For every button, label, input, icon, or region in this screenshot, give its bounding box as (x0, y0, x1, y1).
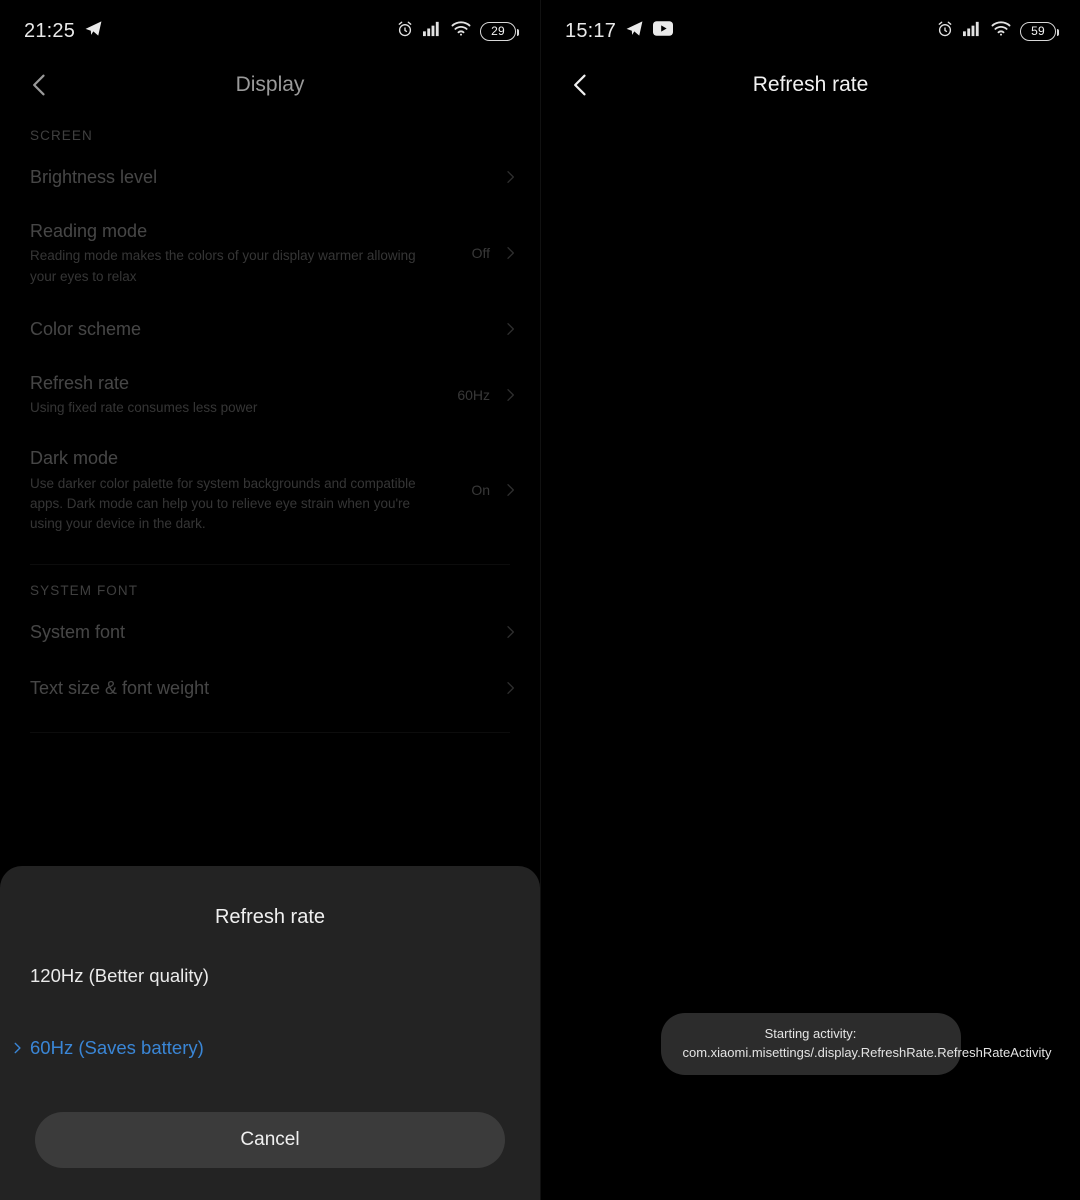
row-subtitle: Use darker color palette for system back… (30, 475, 416, 532)
row-text-size-font-weight[interactable]: Text size & font weight (0, 660, 540, 716)
status-bar: 15:17 59 (541, 0, 1080, 62)
battery-icon: 29 (480, 21, 519, 41)
battery-icon: 59 (1020, 21, 1059, 41)
dual-screenshot: 21:25 29 Display SCREEN Brightness level… (0, 0, 1080, 1200)
sheet-option-label: 120Hz (Better quality) (30, 965, 209, 986)
row-dark-mode[interactable]: Dark mode Use darker color palette for s… (0, 432, 540, 548)
chevron-right-icon (502, 680, 518, 696)
status-time: 15:17 (565, 19, 617, 42)
chevron-right-icon (502, 624, 518, 640)
back-button[interactable] (26, 71, 54, 99)
telegram-icon (84, 19, 103, 43)
toast-message: Starting activity: com.xiaomi.misettings… (660, 1013, 1051, 1075)
status-bar-left: 15:17 (565, 19, 674, 43)
signal-icon (423, 20, 442, 42)
left-panel-display-settings: 21:25 29 Display SCREEN Brightness level… (0, 0, 540, 1200)
wifi-icon (991, 20, 1011, 42)
row-reading-mode[interactable]: Reading mode Reading mode makes the colo… (0, 205, 540, 301)
chevron-right-icon (502, 245, 518, 261)
sheet-option-60hz[interactable]: 60Hz (Saves battery) (0, 1023, 540, 1073)
alarm-icon (396, 20, 414, 43)
row-title: Brightness level (30, 166, 158, 187)
row-subtitle: Reading mode makes the colors of your di… (30, 248, 416, 284)
row-system-font[interactable]: System font (0, 604, 540, 660)
telegram-icon (625, 19, 644, 43)
row-title: Color scheme (30, 318, 142, 339)
youtube-icon (653, 21, 674, 41)
row-color-scheme[interactable]: Color scheme (0, 301, 540, 357)
row-subtitle: Using fixed rate consumes less power (30, 400, 258, 416)
right-panel-refresh-rate: 15:17 59 Refresh rate Starting activity:… (540, 0, 1080, 1200)
row-title: System font (30, 622, 126, 643)
row-value: 60Hz (457, 386, 490, 403)
battery-level: 29 (491, 24, 505, 38)
status-time: 21:25 (24, 19, 76, 42)
row-title: Text size & font weight (30, 678, 210, 699)
page-title: Display (235, 73, 305, 96)
battery-level: 59 (1031, 24, 1045, 38)
alarm-icon (936, 20, 954, 43)
title-bar: Refresh rate (541, 60, 1080, 110)
refresh-rate-bottom-sheet: Refresh rate 120Hz (Better quality) 60Hz… (0, 866, 540, 1200)
chevron-right-icon (502, 169, 518, 185)
row-refresh-rate[interactable]: Refresh rate Using fixed rate consumes l… (0, 357, 540, 433)
sheet-option-label: 60Hz (Saves battery) (30, 1037, 204, 1058)
back-button[interactable] (567, 71, 595, 99)
row-value: On (471, 482, 490, 499)
row-title: Refresh rate (30, 372, 130, 393)
section-label-screen: SCREEN (30, 128, 93, 143)
title-bar: Display (0, 60, 540, 110)
chevron-right-icon (502, 482, 518, 498)
row-title: Dark mode (30, 448, 119, 469)
row-brightness-level[interactable]: Brightness level (0, 149, 540, 205)
sheet-option-120hz[interactable]: 120Hz (Better quality) (0, 951, 540, 1001)
status-bar-left: 21:25 (24, 19, 103, 43)
wifi-icon (451, 20, 471, 42)
row-value: Off (471, 244, 490, 261)
chevron-right-icon (502, 321, 518, 337)
settings-list: SCREEN Brightness level Reading mode Rea… (0, 110, 540, 734)
chevron-right-icon (10, 1041, 24, 1055)
signal-icon (963, 20, 982, 42)
status-bar: 21:25 29 (0, 0, 540, 62)
cancel-button[interactable]: Cancel (35, 1112, 505, 1168)
status-bar-right: 59 (936, 20, 1059, 43)
section-label-system-font: SYSTEM FONT (30, 583, 139, 599)
row-title: Reading mode (30, 221, 148, 241)
sheet-title: Refresh rate (214, 906, 326, 928)
page-title: Refresh rate (752, 73, 869, 96)
status-bar-right: 29 (396, 20, 519, 43)
chevron-right-icon (502, 387, 518, 403)
section-divider (30, 732, 510, 734)
